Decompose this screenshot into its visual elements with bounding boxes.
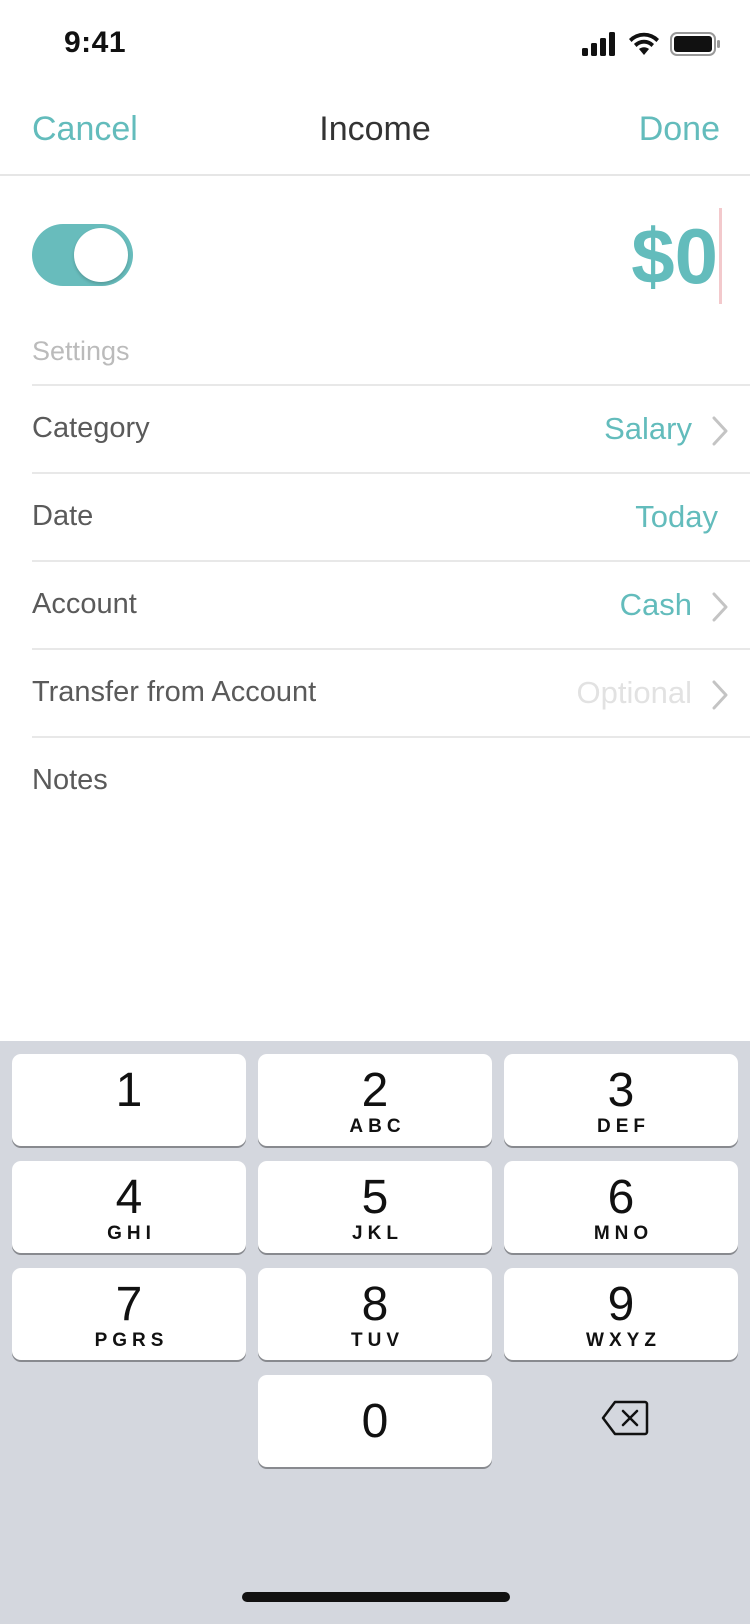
chevron-right-icon xyxy=(712,416,728,451)
divider xyxy=(32,736,750,738)
row-value: Salary xyxy=(604,411,692,446)
navigation-bar: Cancel Income Done xyxy=(0,88,750,176)
category-row[interactable]: Category Salary xyxy=(32,384,750,472)
key-letters: ABC xyxy=(349,1116,406,1137)
chevron-right-icon xyxy=(712,680,728,715)
home-indicator xyxy=(242,1592,510,1602)
key-9[interactable]: 9 WXYZ xyxy=(504,1268,738,1360)
row-label: Transfer from Account xyxy=(32,676,317,708)
key-digit: 3 xyxy=(607,1064,635,1117)
key-2[interactable]: 2 ABC xyxy=(258,1054,492,1146)
settings-section-label: Settings xyxy=(32,336,130,366)
row-label: Account xyxy=(32,588,137,620)
key-8[interactable]: 8 TUV xyxy=(258,1268,492,1360)
key-digit: 8 xyxy=(361,1278,389,1331)
chevron-right-icon xyxy=(712,592,728,627)
toggle-knob xyxy=(74,228,128,282)
cellular-signal-icon xyxy=(582,32,618,61)
key-4[interactable]: 4 GHI xyxy=(12,1161,246,1253)
key-digit: 4 xyxy=(115,1171,143,1224)
key-digit: 0 xyxy=(361,1395,389,1448)
income-toggle[interactable] xyxy=(32,224,133,286)
notes-field[interactable]: Notes xyxy=(32,764,108,797)
key-digit: 5 xyxy=(361,1171,389,1224)
key-1[interactable]: 1 xyxy=(12,1054,246,1146)
key-0[interactable]: 0 xyxy=(258,1375,492,1467)
row-label: Category xyxy=(32,412,150,444)
amount-input[interactable]: $0 xyxy=(631,208,718,304)
status-time: 9:41 xyxy=(64,26,127,59)
key-5[interactable]: 5 JKL xyxy=(258,1161,492,1253)
wifi-icon xyxy=(628,32,660,61)
key-letters: DEF xyxy=(597,1116,650,1137)
key-letters: GHI xyxy=(107,1223,156,1244)
text-caret xyxy=(719,208,722,304)
backspace-icon xyxy=(601,1400,649,1441)
done-button[interactable]: Done xyxy=(639,110,720,149)
key-digit: 7 xyxy=(115,1278,143,1331)
key-digit: 6 xyxy=(607,1171,635,1224)
key-digit: 2 xyxy=(361,1064,389,1117)
backspace-button[interactable] xyxy=(590,1390,660,1450)
account-row[interactable]: Account Cash xyxy=(32,560,750,648)
row-placeholder: Optional xyxy=(576,675,692,710)
battery-icon xyxy=(670,32,720,61)
row-label: Date xyxy=(32,500,94,532)
row-value: Cash xyxy=(619,587,692,622)
cancel-button[interactable]: Cancel xyxy=(32,110,138,149)
row-value: Today xyxy=(635,499,718,534)
transfer-from-account-row[interactable]: Transfer from Account Optional xyxy=(32,648,750,736)
key-6[interactable]: 6 MNO xyxy=(504,1161,738,1253)
key-letters: JKL xyxy=(352,1223,403,1244)
status-bar: 9:41 xyxy=(0,0,750,88)
key-letters: PGRS xyxy=(94,1330,169,1351)
key-letters: MNO xyxy=(593,1223,654,1244)
status-icons xyxy=(582,32,720,61)
key-7[interactable]: 7 PGRS xyxy=(12,1268,246,1360)
key-letters: WXYZ xyxy=(586,1330,661,1351)
key-3[interactable]: 3 DEF xyxy=(504,1054,738,1146)
key-digit: 9 xyxy=(607,1278,635,1331)
key-letters: TUV xyxy=(351,1330,404,1351)
date-row[interactable]: Date Today xyxy=(32,472,750,560)
key-digit: 1 xyxy=(115,1064,143,1117)
